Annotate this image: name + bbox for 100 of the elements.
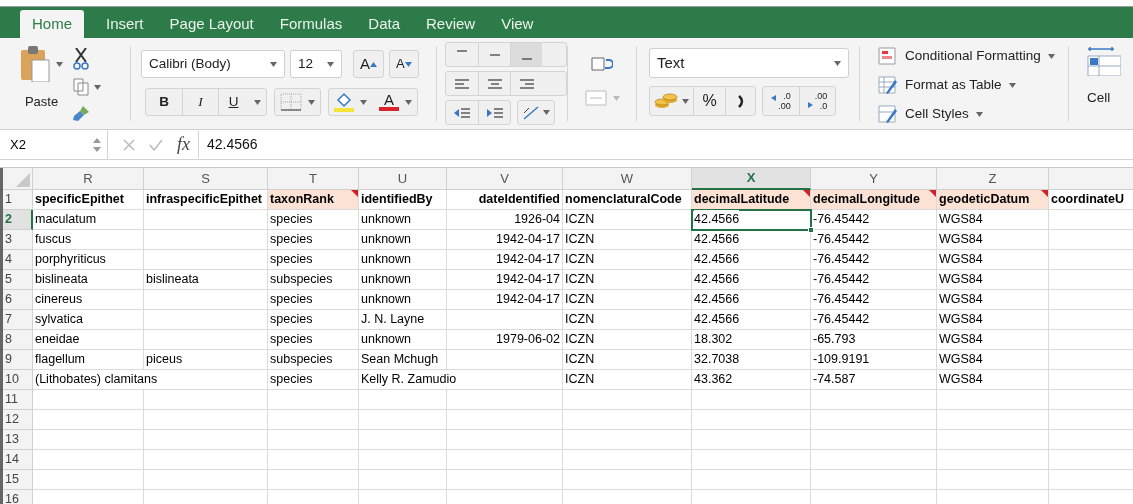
bold-button[interactable]: B [146,89,182,115]
style-menu-button[interactable]: Cell Styles [878,104,1068,125]
italic-button[interactable]: I [182,89,218,115]
caret-icon[interactable] [94,84,101,90]
increase-indent-icon[interactable] [486,106,503,119]
row-header[interactable]: 1 [3,190,33,210]
copy-icon[interactable] [73,78,89,96]
column-title: geodeticDatum [939,191,1030,209]
column-title: specificEpithet [35,191,124,209]
align-left-icon[interactable] [454,77,470,90]
style-menu-button[interactable]: Conditional Formatting [878,46,1068,67]
conditional-formatting-icon[interactable] [878,47,898,66]
function-label[interactable]: fx [177,131,199,158]
table-format-icon[interactable] [878,76,898,95]
row-header[interactable]: 15 [3,470,33,490]
caret-icon[interactable] [682,98,689,104]
name-box[interactable]: X2 [0,130,108,159]
column-header[interactable]: X [692,168,811,190]
font-size-dropdown[interactable]: 12 [290,50,342,78]
row-header[interactable]: 12 [3,410,33,430]
row-header[interactable]: 5 [3,270,33,290]
row-header[interactable]: 9 [3,350,33,370]
caret-icon[interactable] [360,99,367,105]
column-title: taxonRank [270,191,334,209]
borders-icon[interactable] [280,93,302,111]
grow-font-button[interactable]: A [353,50,384,78]
row-header[interactable]: 7 [3,310,33,330]
caret-icon[interactable] [543,110,550,115]
scissors-icon[interactable] [73,48,89,70]
font-name-dropdown[interactable]: Calibri (Body) [141,50,285,78]
column-title: infraspecificEpithet [146,191,262,209]
caret-icon[interactable] [56,61,63,67]
merge-cells-icon[interactable] [584,90,607,106]
comma-style-icon[interactable] [736,94,745,108]
triangle-up-icon[interactable] [370,61,377,67]
column-title: coordinateU [1051,191,1124,209]
row-header[interactable]: 11 [3,390,33,410]
caret-icon[interactable] [405,99,412,105]
caret-icon[interactable] [308,99,315,105]
column-header[interactable]: Y [811,168,937,190]
column-header[interactable]: V [447,168,563,190]
clipboard-icon[interactable] [20,46,50,82]
caret-icon[interactable] [270,61,277,67]
caret-icon[interactable] [1008,83,1016,88]
formula-input[interactable]: 42.4566 [199,134,258,155]
ribbon-tab[interactable]: View [497,10,538,38]
column-title: identifiedBy [361,191,433,209]
row-header[interactable]: 4 [3,250,33,270]
paste-button[interactable]: Paste [24,92,59,112]
triangle-down-icon[interactable] [404,61,412,67]
align-center-icon[interactable] [486,77,503,90]
row-header[interactable]: 6 [3,290,33,310]
caret-icon[interactable] [975,112,983,117]
caret-icon[interactable] [253,99,261,105]
underline-button[interactable]: U [218,89,248,115]
style-menu-button[interactable]: Format as Table [878,75,1068,96]
column-header[interactable]: Z [937,168,1049,190]
increase-decimal-button[interactable]: .0 .00 [763,87,799,115]
caret-icon[interactable] [327,61,334,67]
decrease-decimal-button[interactable]: .00 .0 [799,87,835,115]
check-icon[interactable] [149,138,163,151]
align-right-icon[interactable] [518,77,535,90]
row-header[interactable]: 16 [3,490,33,504]
cells-insert-icon[interactable] [1087,46,1121,76]
column-title: decimalLongitude [813,191,920,209]
ribbon-tab[interactable]: Home [20,10,84,38]
fill-handle[interactable] [808,227,814,233]
paintbrush-icon[interactable] [73,104,91,122]
column-header[interactable]: R [33,168,144,190]
row-header[interactable]: 3 [3,230,33,250]
decrease-indent-icon[interactable] [454,106,470,119]
row-header[interactable]: 10 [3,370,33,390]
column-header[interactable]: S [144,168,268,190]
font-color-button[interactable]: A [379,93,399,111]
ribbon-tab[interactable]: Insert [102,10,148,38]
ribbon-tab[interactable]: Formulas [275,10,347,38]
cell-text: Kelly R. Zamudio [361,370,457,389]
ribbon-tab[interactable]: Data [364,10,404,38]
coins-icon[interactable] [654,92,678,110]
column-header[interactable]: U [359,168,447,190]
number-format-dropdown[interactable]: Text [649,48,849,78]
wrap-text-icon[interactable] [591,56,613,72]
cell-styles-icon[interactable] [878,105,898,124]
fill-bucket-icon[interactable] [334,92,354,112]
row-header[interactable]: 8 [3,330,33,350]
column-header[interactable]: W [563,168,692,190]
ribbon-tab[interactable]: Page Layout [165,10,258,38]
text-orientation-icon[interactable] [522,104,540,121]
cells-button[interactable]: Cell [1087,88,1121,109]
row-header[interactable]: 13 [3,430,33,450]
row-header[interactable]: 14 [3,450,33,470]
shrink-font-button[interactable]: A [389,50,419,78]
column-header[interactable]: T [268,168,359,190]
column-title: nomenclaturalCode [565,191,682,209]
row-header[interactable]: 2 [3,210,33,230]
cell-text: (Lithobates) clamitans [35,370,158,389]
caret-icon[interactable] [1047,54,1055,59]
stepper-icon[interactable] [93,137,101,152]
ribbon-tab[interactable]: Review [422,10,480,38]
caret-icon[interactable] [834,60,841,66]
